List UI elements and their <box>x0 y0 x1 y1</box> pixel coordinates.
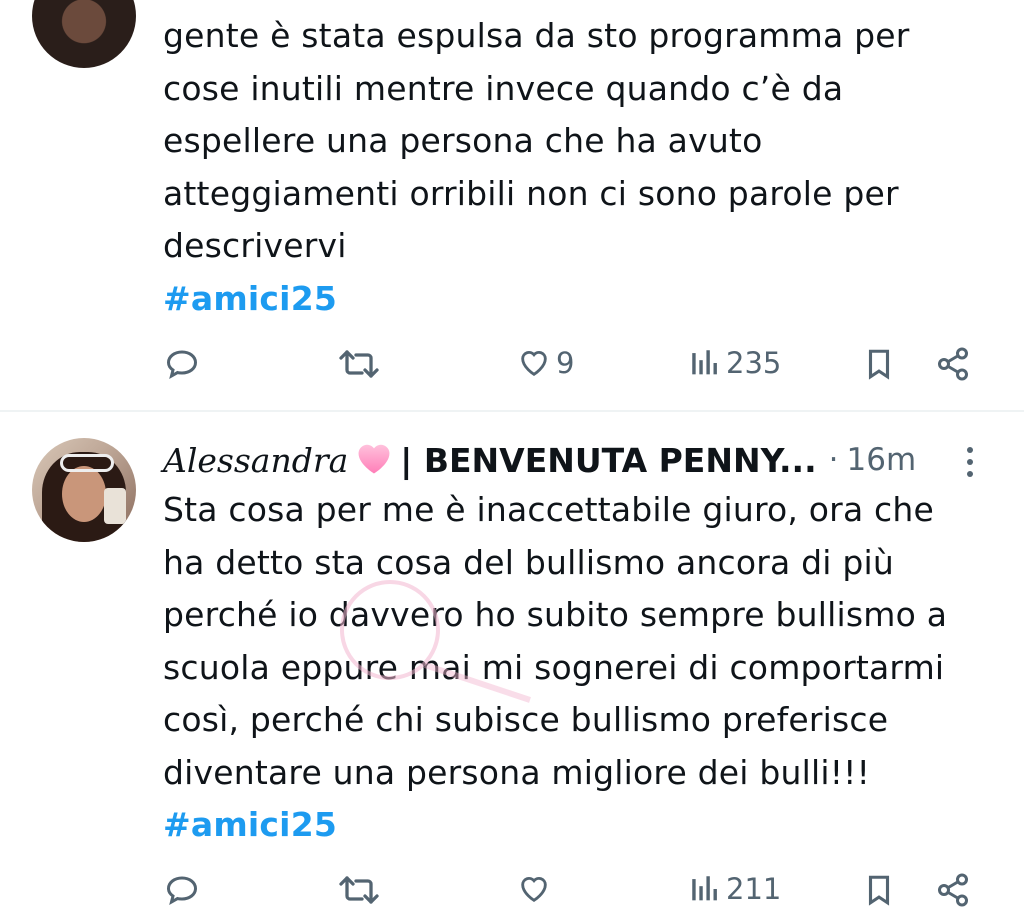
author-display-name[interactable]: | BENVENUTA PENNY... <box>400 441 816 480</box>
bookmark-button[interactable] <box>862 346 896 382</box>
tweet-line: scuola eppure mai mi sognerei di comport… <box>163 647 945 687</box>
heart-icon <box>521 351 547 377</box>
user-avatar[interactable] <box>32 438 136 542</box>
tweet-line: atteggiamenti orribili non ci sono parol… <box>163 173 899 213</box>
analytics-icon <box>692 876 717 901</box>
reply-button[interactable] <box>163 872 201 908</box>
tweet-line: perché io davvero ho subito sempre bulli… <box>163 595 948 634</box>
views-button[interactable]: 211 <box>688 872 781 906</box>
pink-heart-icon <box>354 441 394 479</box>
tweet-divider <box>0 410 1024 412</box>
tweet-line: così, perché chi subisce bullismo prefer… <box>163 700 889 739</box>
like-button[interactable]: 9 <box>516 346 574 380</box>
tweet-line: espellere una persona che ha avuto <box>163 121 763 160</box>
views-button[interactable]: 235 <box>688 346 781 380</box>
retweet-icon <box>339 876 379 904</box>
tweet-line: Sta cosa per me è inaccettabile giuro, o… <box>163 490 935 529</box>
analytics-icon <box>692 350 717 375</box>
heart-icon <box>521 877 547 903</box>
share-button[interactable] <box>934 872 972 908</box>
hashtag-link[interactable]: #amici25 <box>163 279 337 318</box>
tweet-line: gente è stata espulsa da sto programma p… <box>163 16 910 55</box>
timestamp[interactable]: 16m <box>847 442 917 478</box>
like-button[interactable] <box>516 872 552 906</box>
like-count: 9 <box>556 346 575 380</box>
reply-button[interactable] <box>163 346 201 382</box>
share-button[interactable] <box>934 346 972 382</box>
retweet-icon <box>339 350 379 378</box>
tweet-header: Alessandra | BENVENUTA PENNY... · 16m <box>163 436 983 484</box>
user-avatar[interactable] <box>32 0 136 68</box>
tweet-text: Sta cosa per me è inaccettabile giuro, o… <box>163 484 1003 852</box>
bookmark-button[interactable] <box>862 872 896 908</box>
share-icon <box>938 347 968 381</box>
reply-icon <box>166 350 198 380</box>
view-count: 235 <box>726 346 782 380</box>
tweet-line: descrivervi <box>163 226 347 265</box>
tweet-actions: 211 <box>0 866 1024 916</box>
tweet-line: cose inutili mentre invece quando c’è da <box>163 68 844 108</box>
view-count: 211 <box>726 872 782 906</box>
hashtag-link[interactable]: #amici25 <box>163 805 337 844</box>
author-name[interactable]: Alessandra <box>163 441 348 480</box>
retweet-button[interactable] <box>338 346 380 382</box>
tweet-actions: 9 235 <box>0 340 1024 390</box>
tweet-line: diventare una persona migliore dei bulli… <box>163 752 871 792</box>
separator-dot: · <box>828 442 839 478</box>
bookmark-icon <box>868 875 890 906</box>
bookmark-icon <box>868 349 890 380</box>
retweet-button[interactable] <box>338 872 380 908</box>
tweet-text: gente è stata espulsa da sto programma p… <box>163 10 1003 325</box>
tweet-line: ha detto sta cosa del bullismo ancora di… <box>163 542 894 582</box>
more-options-button[interactable] <box>962 444 978 480</box>
reply-icon <box>166 876 198 906</box>
share-icon <box>938 873 968 907</box>
